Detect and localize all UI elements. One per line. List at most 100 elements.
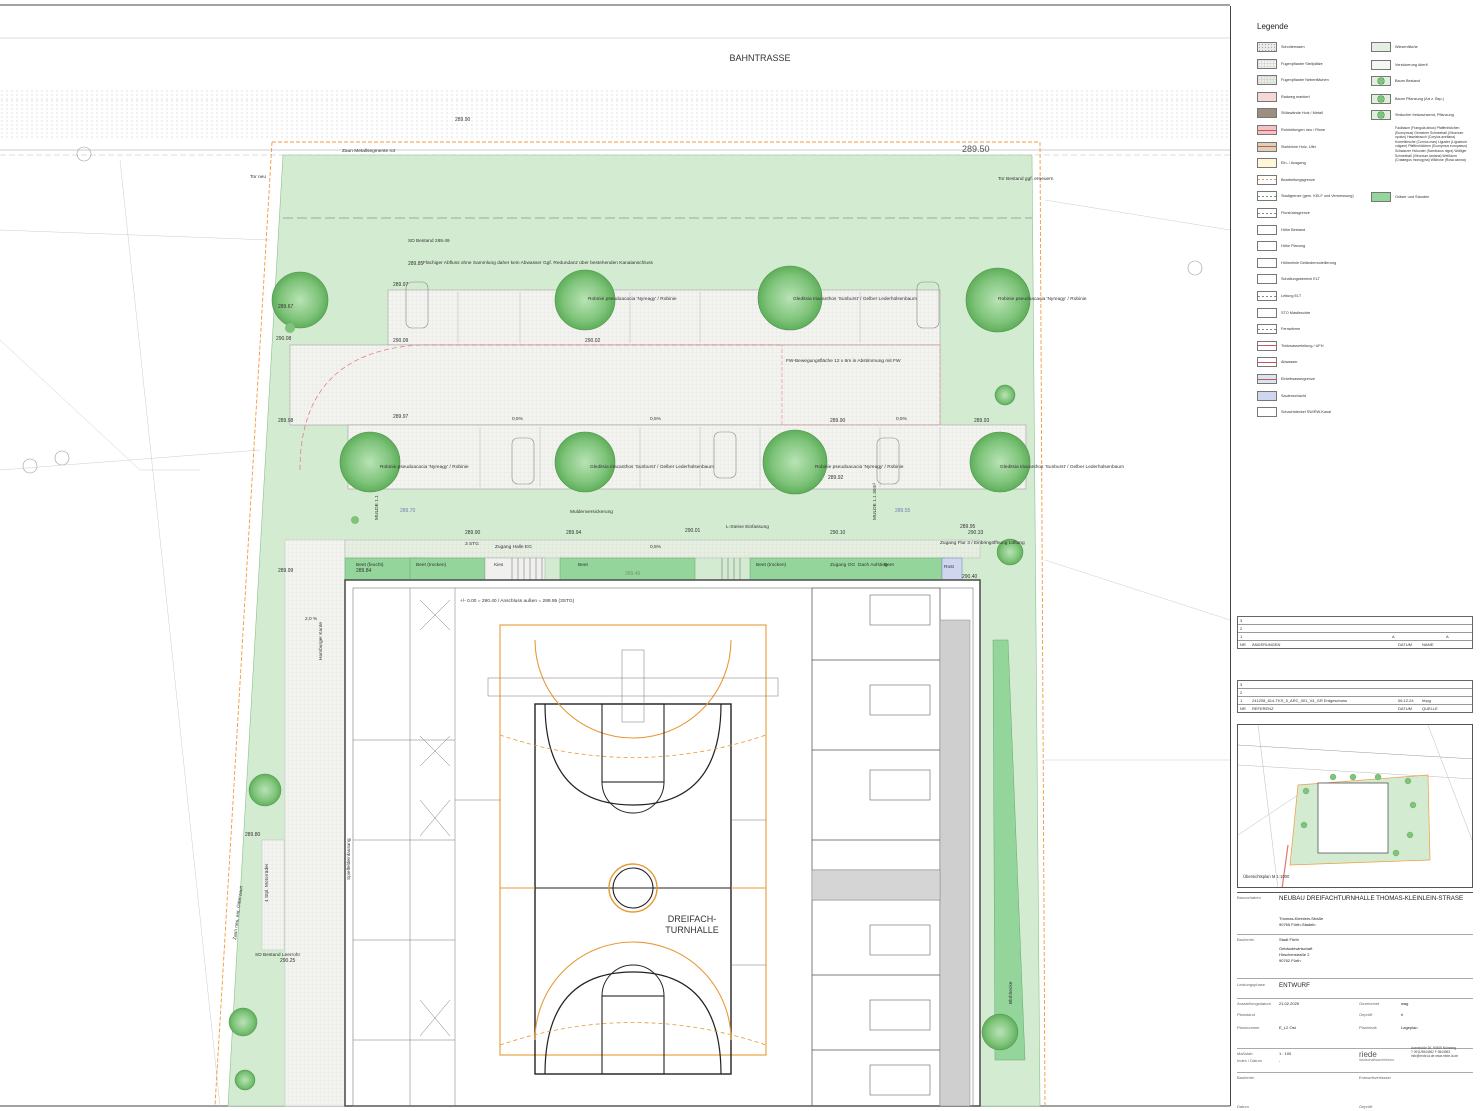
spot-height-26: 289.70 bbox=[400, 508, 416, 514]
tb-phase: Leistungsphase ENTWURF bbox=[1237, 978, 1473, 989]
legend-item: Fugenpflaster Stellplätze bbox=[1257, 58, 1323, 69]
note-kies: Kies bbox=[494, 562, 504, 568]
note-slope-4: 2,0 % bbox=[305, 616, 318, 622]
tb-address-2: 90765 Fürth-Stadeln bbox=[1237, 922, 1473, 927]
tb-client-1: Stadt Fürth bbox=[1279, 937, 1299, 942]
note-floor-level: +/- 0.00 = 290.40 / Anschluss außen = 28… bbox=[460, 598, 575, 604]
firm-address-3: info@riede-la.de www.riede-la.de bbox=[1411, 1054, 1458, 1058]
note-zugang-halle: Zugang Halle EG bbox=[495, 544, 532, 550]
note-lsteine: L-Steine Einfassung bbox=[726, 524, 769, 530]
changes-row: 2 bbox=[1238, 625, 1472, 633]
note-tree-robinie-3: Robinie pseudoacacia 'Nyreagy' / Robinie bbox=[380, 464, 469, 470]
note-hamburger: Hamburger Kante bbox=[318, 622, 324, 660]
reference-source: hbpg bbox=[1422, 698, 1431, 703]
reference-row: 3 bbox=[1238, 681, 1472, 689]
tb-date-value: 21.02.2025 bbox=[1279, 1001, 1300, 1006]
legend-item: Sträucher freiwachsend, Pflanzung bbox=[1371, 110, 1454, 120]
tb-index-label: Index / Datum bbox=[1237, 1058, 1262, 1063]
tb-phase-value: ENTWURF bbox=[1279, 982, 1310, 989]
legend-swatch bbox=[1257, 174, 1277, 185]
legend-item: Fernwärme bbox=[1257, 324, 1300, 335]
tb-drawn-label: Gezeichnet bbox=[1359, 1001, 1380, 1006]
spot-height-24: 290.08 bbox=[276, 336, 292, 342]
legend-swatch bbox=[1371, 76, 1391, 86]
legend-label: Flurstücksgrenze bbox=[1281, 211, 1310, 215]
note-beet-feucht: Beet (feucht) bbox=[356, 562, 384, 568]
note-fw-area: FW-Bewegungsfläche 12 x 6m in Abstimmung… bbox=[786, 358, 901, 364]
tb-drawn-value: wag bbox=[1401, 1001, 1409, 1006]
legend-item: Leitung ELT bbox=[1257, 291, 1301, 301]
legend-item: Fugenpflaster Nebenflächen bbox=[1257, 75, 1329, 86]
tb-phase-label: Leistungsphase bbox=[1237, 982, 1266, 987]
spot-height-14: 289.99 bbox=[278, 568, 294, 574]
legend-swatch bbox=[1371, 42, 1391, 52]
legend-swatch bbox=[1257, 390, 1277, 401]
legend-item: Versickerung überfl. bbox=[1371, 60, 1429, 70]
spot-height-25: 289.67 bbox=[278, 304, 294, 310]
spot-height-3: 289.85 bbox=[408, 261, 424, 267]
note-zugang-og: Zugang OG bbox=[830, 562, 855, 568]
legend-item: Ein- / Ausgang bbox=[1257, 158, 1306, 169]
spot-height-16: 290.25 bbox=[280, 958, 296, 964]
legend-item: Höhe Bestand bbox=[1257, 224, 1305, 235]
spot-height-7: 289.98 bbox=[278, 418, 294, 424]
note-tree-robinie-2: Robinie pseudoacacia 'Nyreagy' / Robinie bbox=[998, 296, 1087, 302]
changes-row: 1 A A bbox=[1238, 633, 1472, 641]
legend-title: Legende bbox=[1257, 22, 1289, 31]
legend-swatch bbox=[1257, 125, 1277, 135]
legend-item: Stützwände Holz / Metall bbox=[1257, 108, 1323, 119]
tb-date-row: Ausstellungsdatum 21.02.2025 Gezeichnet … bbox=[1237, 998, 1473, 1006]
legend-label: Stützwände Holz / Metall bbox=[1281, 111, 1323, 116]
legend-label: STO Mastleuchte bbox=[1281, 310, 1311, 315]
spot-height-5: 290.09 bbox=[393, 338, 409, 344]
reference-header-text: REFERENZ bbox=[1252, 706, 1274, 711]
tb-index-value: - bbox=[1279, 1058, 1281, 1063]
note-beet-1: Beet bbox=[578, 562, 589, 568]
note-tree-robinie-1: Robinie pseudoacacia 'Nyreagy' / Robinie bbox=[588, 296, 677, 302]
legend-label: Gräser und Stauden bbox=[1395, 195, 1430, 199]
note-tree-gleditsia-1: Gleditsia triacanthos 'Sunburst' / Gelbe… bbox=[793, 296, 917, 302]
tb-sign-date-label: Datum bbox=[1237, 1104, 1249, 1109]
note-beet-trocken-2: Beet (trocken) bbox=[756, 562, 787, 568]
spot-height-27: 289.55 bbox=[895, 508, 911, 514]
legend-swatch bbox=[1257, 191, 1277, 202]
legend-item: Bearbeitungsgrenze bbox=[1257, 174, 1315, 185]
tb-address-2-value: 90765 Fürth-Stadeln bbox=[1279, 922, 1316, 927]
tb-content-value: Lageplan bbox=[1401, 1025, 1418, 1030]
legend-label: Stadtgrenze (gem. KELF und Vermessung) bbox=[1281, 194, 1354, 199]
reference-nr: 3 bbox=[1240, 682, 1243, 687]
note-fahrrad: 4 Stpl. Motorräder bbox=[264, 863, 270, 902]
legend-swatch bbox=[1257, 407, 1277, 418]
legend-label: Baum Pflanzung (Art z. Bsp.) bbox=[1395, 97, 1444, 101]
legend-item: Schachtdeckel SW/RW-Kanal bbox=[1257, 407, 1331, 418]
spot-height-1: 289.90 bbox=[455, 117, 471, 123]
spot-height-18: 290.40 bbox=[962, 574, 978, 580]
reference-header-source: QUELLE bbox=[1422, 706, 1438, 711]
legend-swatch bbox=[1257, 274, 1277, 285]
legend-item: Stadtgrenze (gem. KELF und Vermessung) bbox=[1257, 191, 1354, 202]
site-plan-drawing: BAHNTRASSE DREIFACH- TURNHALLE 289.90 28… bbox=[0, 4, 1230, 1107]
tb-project-label: Bauvorhaben bbox=[1237, 895, 1261, 900]
tb-client-4: 90762 Fürth bbox=[1279, 958, 1301, 963]
legend-swatch bbox=[1257, 108, 1277, 119]
tb-client-label: Bauherrin bbox=[1237, 937, 1255, 942]
tb-content-label: Planinhalt bbox=[1359, 1025, 1377, 1030]
legend-item: Gräser und Stauden bbox=[1371, 192, 1429, 202]
note-slope-5: 0,5% bbox=[650, 544, 662, 550]
spot-height-2: 289.50 bbox=[962, 144, 990, 154]
note-stufen: 3 STG bbox=[465, 541, 479, 547]
legend-label: Leitung ELT bbox=[1281, 294, 1302, 298]
note-slope-3: 0,5% bbox=[896, 416, 908, 422]
reference-table: 3 2 1 241208_614-TKS_5_ARC_001_V4_GR Erd… bbox=[1237, 680, 1473, 713]
legend-swatch bbox=[1257, 257, 1277, 268]
reference-nr: 1 bbox=[1240, 698, 1243, 703]
tb-sign-row: Bauherrin Entwurfsverfasser bbox=[1237, 1072, 1473, 1080]
legend-item: Radweg markiert bbox=[1257, 91, 1310, 102]
legend-swatch bbox=[1257, 208, 1277, 218]
changes-table: 3 2 1 A A NR ÄNDERUNGEN DATUM NAME bbox=[1237, 616, 1473, 649]
note-spielfeld: Spielfeldeinfassung bbox=[346, 838, 352, 880]
changes-row: 3 bbox=[1238, 617, 1472, 625]
spot-height-23: 290.02 bbox=[585, 338, 601, 344]
legend-item: Saulenschacht bbox=[1257, 390, 1306, 401]
tb-number-label: Plannummer bbox=[1237, 1025, 1260, 1030]
